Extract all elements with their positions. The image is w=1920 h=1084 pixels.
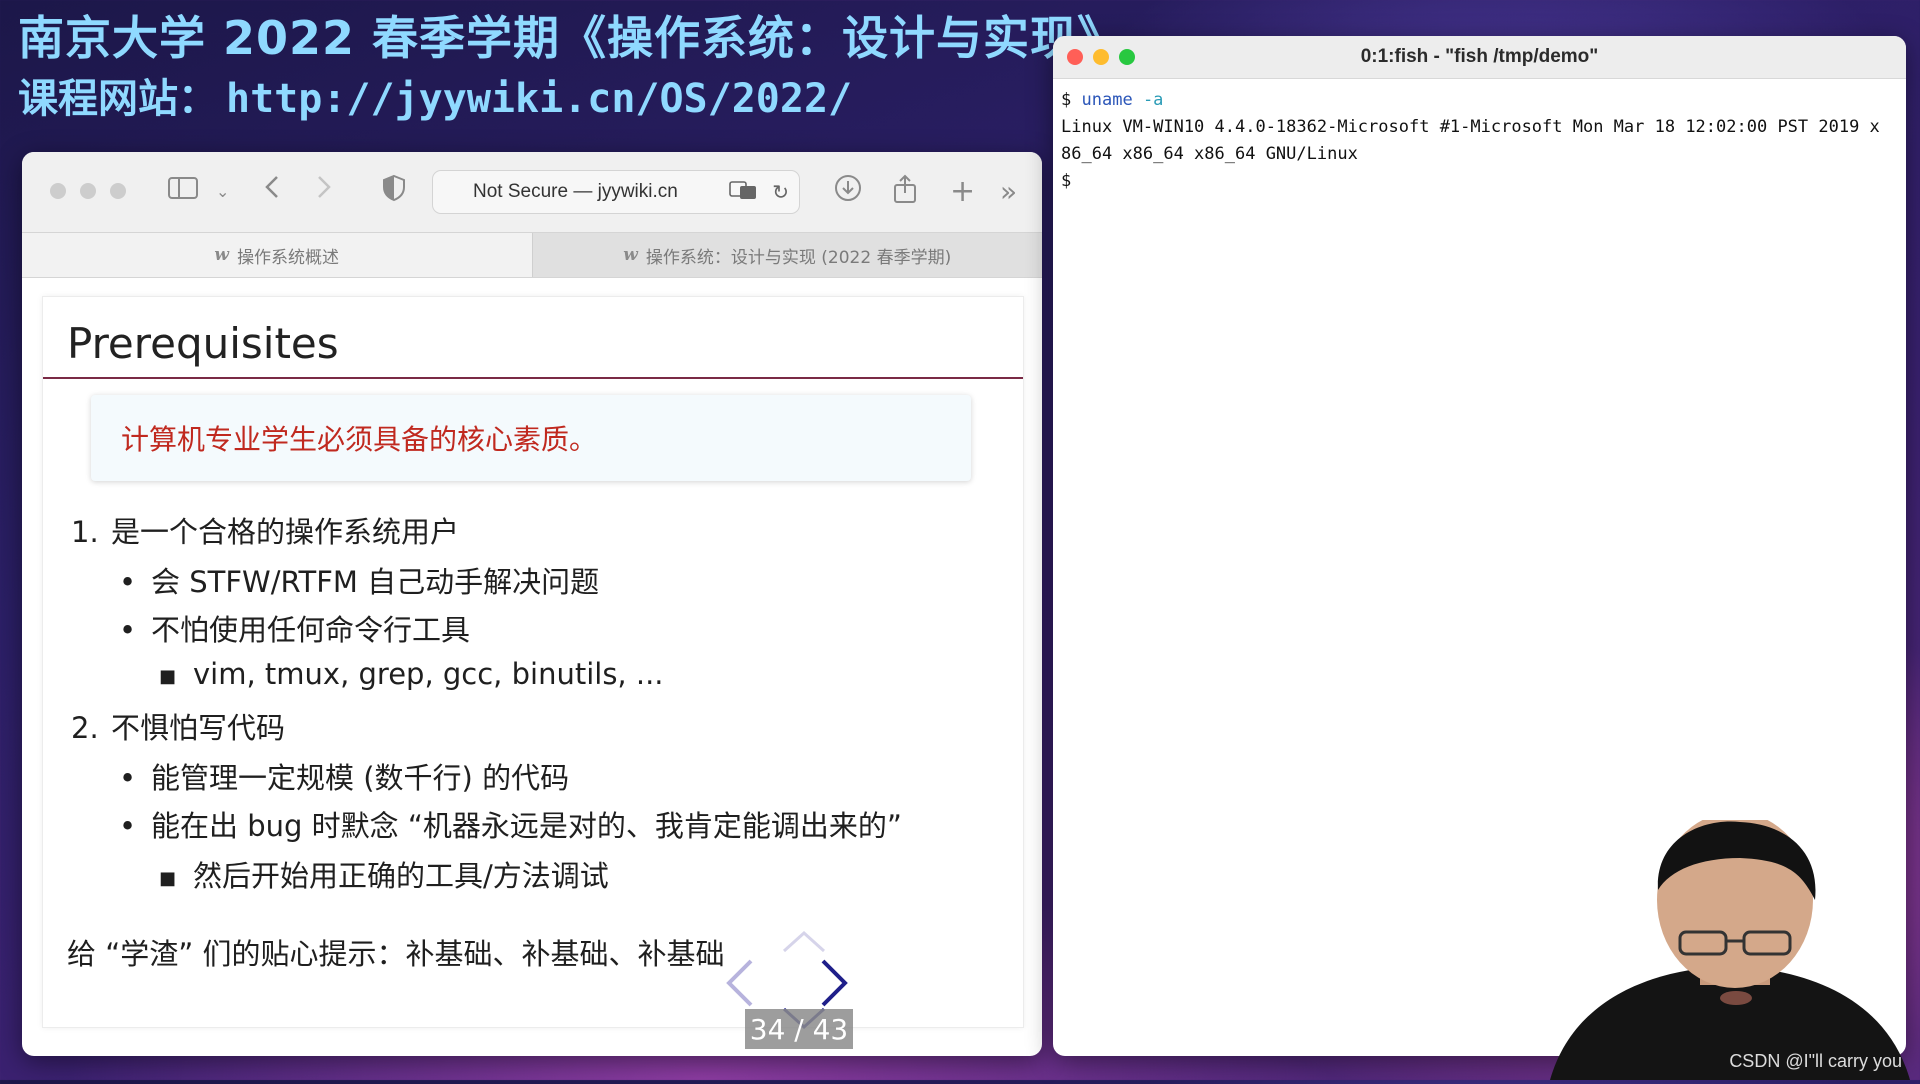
terminal-output[interactable]: $ uname -a Linux VM-WIN10 4.4.0-18362-Mi… [1053,79,1906,203]
sub-bullet-item: ■ vim, tmux, grep, gcc, binutils, ... [159,657,664,691]
close-button[interactable] [50,183,66,199]
tab-label: 操作系统概述 [237,247,340,268]
bullet-icon: • [119,613,137,647]
bullet-text: 不怕使用任何命令行工具 [151,613,471,647]
list-item-1: 1. 是一个合格的操作系统用户 [71,509,459,551]
tab-label: 操作系统：设计与实现 (2022 春季学期) [645,247,952,268]
bullet-icon: • [119,761,137,795]
address-text: Not Secure — jyywiki.cn [473,181,678,202]
tab-bar: w 操作系统概述 w 操作系统：设计与实现 (2022 春季学期) [22,232,1042,278]
list-item-text: 是一个合格的操作系统用户 [111,515,460,549]
slide-page-number: 34 / 43 [745,1009,853,1049]
more-tabs-icon[interactable]: » [1000,174,1017,210]
callout-box: 计算机专业学生必须具备的核心素质。 [91,395,971,481]
bullet-text: 会 STFW/RTFM 自己动手解决问题 [151,565,600,599]
minimize-button[interactable] [80,183,96,199]
browser-window: ⌄ Not Secure — jyywiki.cn ↻ + » w 操作系统概述… [22,152,1042,1056]
slide-footer-tip: 给 “学渣” 们的贴心提示：补基础、补基础、补基础 [67,937,725,971]
terminal-titlebar: 0:1:fish - "fish /tmp/demo" [1053,36,1906,79]
course-title: 南京大学 2022 春季学期《操作系统：设计与实现》 [18,11,1125,65]
terminal-title: 0:1:fish - "fish /tmp/demo" [1360,46,1599,67]
terminal-output-line: 86_64 x86_64 x86_64 GNU/Linux [1061,144,1358,164]
sub-bullet-text: vim, tmux, grep, gcc, binutils, ... [193,657,664,691]
course-banner: 南京大学 2022 春季学期《操作系统：设计与实现》 课程网站： http://j… [18,10,1124,124]
nav-prev-icon[interactable] [719,953,759,1017]
callout-text: 计算机专业学生必须具备的核心素质。 [121,423,598,456]
bullet-item: • 会 STFW/RTFM 自己动手解决问题 [119,559,599,601]
list-number: 1. [71,515,99,549]
sub-bullet-text: 然后开始用正确的工具/方法调试 [193,859,609,893]
command: uname [1081,90,1133,110]
course-website: 课程网站： http://jyywiki.cn/OS/2022/ [18,74,1124,124]
sub-bullet-item: ■ 然后开始用正确的工具/方法调试 [159,853,609,895]
prompt: $ [1061,90,1072,110]
translate-icon[interactable] [729,180,757,205]
tab-os-overview[interactable]: w 操作系统概述 [22,233,532,277]
bullet-text: 能管理一定规模 (数千行) 的代码 [151,761,570,795]
wiki-icon: w [623,245,638,265]
lecturer-webcam [1540,812,1920,1084]
forward-arrow-icon[interactable] [314,174,334,210]
share-icon[interactable] [892,174,918,214]
command-argument: -a [1142,90,1164,110]
square-bullet-icon: ■ [159,665,177,687]
bullet-item: • 能在出 bug 时默念 “机器永远是对的、我肯定能调出来的” [119,803,902,845]
wiki-icon: w [214,245,230,265]
square-bullet-icon: ■ [159,867,177,889]
download-icon[interactable] [834,174,862,212]
new-tab-icon[interactable]: + [950,174,975,210]
bullet-text: 能在出 bug 时默念 “机器永远是对的、我肯定能调出来的” [151,809,902,843]
bullet-item: • 能管理一定规模 (数千行) 的代码 [119,755,569,797]
watermark: CSDN @I"ll carry you [1729,1051,1902,1071]
slide-title: Prerequisites [67,319,339,368]
website-label: 课程网站： [18,75,218,122]
shield-icon[interactable] [382,174,406,212]
maximize-button[interactable] [110,183,126,199]
slide-content: Prerequisites 计算机专业学生必须具备的核心素质。 1. 是一个合格的… [42,296,1024,1049]
browser-toolbar: ⌄ Not Secure — jyywiki.cn ↻ + » [22,152,1042,232]
terminal-command-line: $ uname -a [1061,87,1898,114]
title-divider [43,377,1023,379]
terminal-prompt: $ [1061,171,1072,191]
bullet-icon: • [119,809,137,843]
bullet-item: • 不怕使用任何命令行工具 [119,607,470,649]
address-bar[interactable]: Not Secure — jyywiki.cn ↻ [432,170,800,214]
window-controls [50,183,140,199]
list-item-text: 不惧怕写代码 [111,711,286,745]
list-number: 2. [71,711,99,745]
sidebar-toggle-icon[interactable] [168,174,198,210]
tab-os-course[interactable]: w 操作系统：设计与实现 (2022 春季学期) [531,233,1042,277]
bullet-icon: • [119,565,137,599]
list-item-2: 2. 不惧怕写代码 [71,705,285,747]
chevron-down-icon[interactable]: ⌄ [216,174,229,210]
back-arrow-icon[interactable] [262,174,282,210]
terminal-output-line: Linux VM-WIN10 4.4.0-18362-Microsoft #1-… [1061,117,1880,137]
reload-icon[interactable]: ↻ [772,180,789,204]
website-url[interactable]: http://jyywiki.cn/OS/2022/ [226,76,852,122]
